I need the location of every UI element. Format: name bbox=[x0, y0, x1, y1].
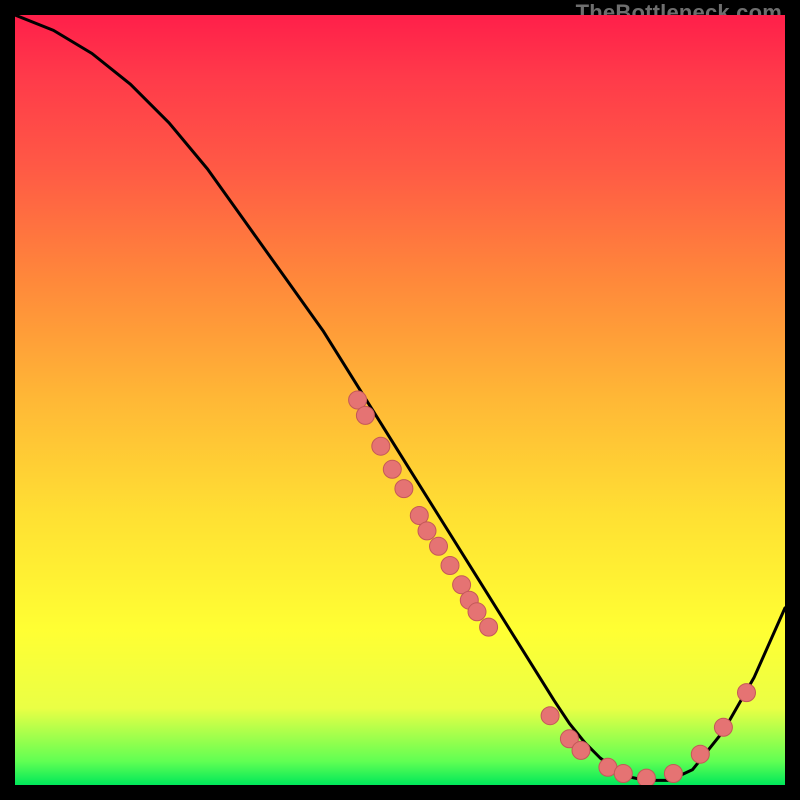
data-point bbox=[430, 537, 448, 555]
chart-stage: TheBottleneck.com bbox=[0, 0, 800, 800]
data-point bbox=[372, 437, 390, 455]
data-point bbox=[356, 406, 374, 424]
data-point bbox=[395, 480, 413, 498]
data-point bbox=[714, 718, 732, 736]
data-point bbox=[441, 557, 459, 575]
plot-area bbox=[15, 15, 785, 785]
data-point bbox=[383, 460, 401, 478]
data-point bbox=[468, 603, 486, 621]
data-points-group bbox=[349, 391, 756, 785]
data-point bbox=[572, 741, 590, 759]
bottleneck-curve bbox=[15, 15, 785, 780]
data-point bbox=[691, 745, 709, 763]
data-point bbox=[614, 765, 632, 783]
data-point bbox=[480, 618, 498, 636]
bottleneck-chart-svg bbox=[15, 15, 785, 785]
data-point bbox=[541, 707, 559, 725]
data-point bbox=[738, 684, 756, 702]
data-point bbox=[418, 522, 436, 540]
data-point bbox=[664, 765, 682, 783]
data-point bbox=[637, 769, 655, 785]
